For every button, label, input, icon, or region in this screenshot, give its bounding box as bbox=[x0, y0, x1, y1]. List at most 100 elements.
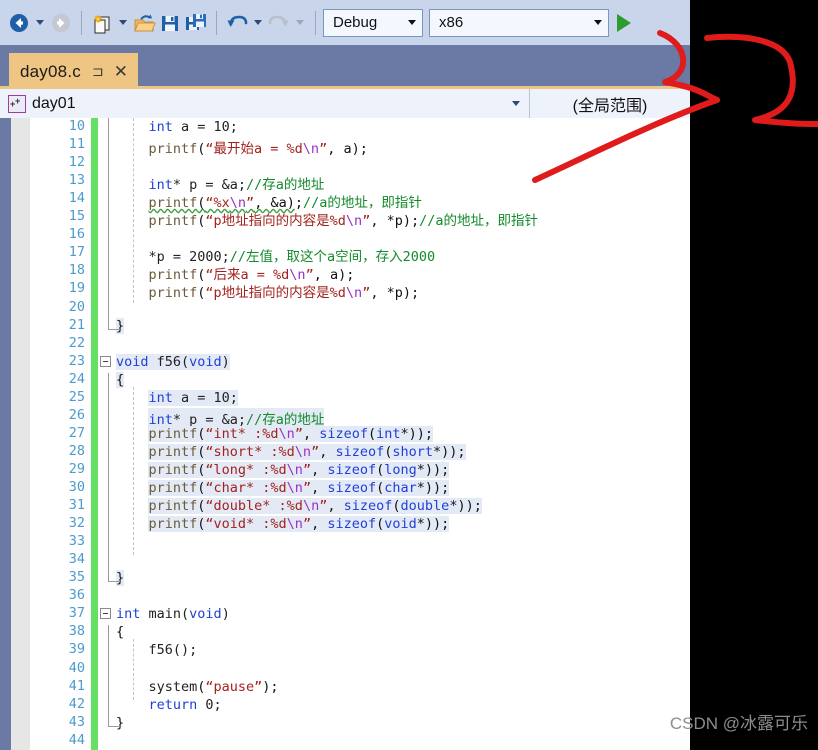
navigate-backward-icon[interactable] bbox=[6, 5, 32, 41]
code-token: void bbox=[384, 516, 417, 533]
ide-window: Debug x86 day08.c ⊐ ✕ day01 bbox=[0, 0, 690, 750]
redo-icon bbox=[266, 5, 292, 41]
line-number: 42 bbox=[68, 695, 85, 712]
code-token: *)); bbox=[400, 425, 434, 442]
line-number: 33 bbox=[68, 533, 85, 550]
code-token: { bbox=[116, 624, 125, 641]
fold-collapse-icon[interactable] bbox=[100, 355, 111, 367]
solution-platform-dropdown[interactable]: x86 bbox=[429, 8, 609, 37]
code-token: short bbox=[392, 443, 434, 460]
start-debugging-icon[interactable] bbox=[617, 13, 631, 32]
undo-dropdown[interactable] bbox=[250, 5, 266, 41]
chevron-down-icon bbox=[594, 20, 602, 25]
new-item-icon[interactable] bbox=[89, 5, 115, 41]
close-icon[interactable]: ✕ bbox=[114, 63, 128, 80]
new-item-dropdown[interactable] bbox=[115, 5, 131, 41]
code-line[interactable]: 12 bbox=[69, 154, 690, 172]
code-token: *)); bbox=[416, 480, 450, 496]
code-token: “short* :%d bbox=[205, 443, 295, 460]
code-line[interactable]: 21} bbox=[69, 317, 690, 335]
code-line-text: printf(“long* :%d\n”, sizeof(long*)); bbox=[148, 461, 450, 478]
code-line[interactable]: 43} bbox=[69, 714, 690, 732]
code-line-text: int a = 10; bbox=[148, 119, 237, 135]
code-token: int bbox=[376, 425, 401, 442]
code-line[interactable]: 35} bbox=[69, 569, 690, 587]
code-line[interactable]: 32 printf(“void* :%d\n”, sizeof(void*)); bbox=[69, 515, 690, 533]
code-line[interactable]: 29 printf(“long* :%d\n”, sizeof(long*)); bbox=[69, 461, 690, 479]
code-line-text: int a = 10; bbox=[148, 389, 238, 406]
code-line[interactable]: 24 { bbox=[69, 371, 690, 389]
chevron-down-icon bbox=[408, 20, 416, 25]
code-line[interactable]: 20 bbox=[69, 299, 690, 317]
code-text-area[interactable]: 10 int a = 10; 11 printf(“最开始a = %d\n”, a);… bbox=[69, 118, 690, 750]
code-line[interactable]: 44 bbox=[69, 732, 690, 750]
save-all-icon[interactable] bbox=[183, 5, 209, 41]
code-line[interactable]: 34 bbox=[69, 551, 690, 569]
code-token: ( bbox=[392, 498, 401, 515]
code-line[interactable]: 18 printf(“后来a = %d\n”, a); bbox=[69, 262, 690, 283]
csdn-watermark: CSDN @冰露可乐 bbox=[669, 714, 808, 733]
code-line-text: printf(“int* :%d\n”, sizeof(int*)); bbox=[148, 425, 434, 442]
line-number: 14 bbox=[68, 190, 85, 207]
line-number: 15 bbox=[68, 208, 85, 225]
code-line[interactable]: 19 printf(“p地址指向的内容是%d\n”, *p); bbox=[69, 280, 690, 301]
code-line[interactable]: 30 printf(“char* :%d\n”, sizeof(char*)); bbox=[69, 479, 690, 497]
code-token: a = 10; bbox=[172, 119, 238, 135]
code-token: printf bbox=[148, 443, 198, 460]
code-line[interactable]: 40 bbox=[69, 660, 690, 678]
project-scope-value: day01 bbox=[32, 94, 76, 112]
code-line[interactable]: 23 void f56(void) bbox=[69, 353, 690, 371]
code-line[interactable]: 15 printf(“p地址指向的内容是%d\n”, *p);//a的地址，即指针 bbox=[69, 208, 690, 229]
code-token: “char* :%d bbox=[205, 480, 287, 496]
code-line[interactable]: 27 printf(“int* :%d\n”, sizeof(int*)); bbox=[69, 425, 690, 443]
open-file-icon[interactable] bbox=[131, 5, 157, 41]
code-token: *)); bbox=[416, 461, 450, 478]
navigate-backward-dropdown[interactable] bbox=[32, 5, 48, 41]
member-scope-dropdown[interactable]: (全局范围) bbox=[530, 89, 690, 118]
tab-day08-c[interactable]: day08.c ⊐ ✕ bbox=[9, 53, 138, 89]
code-line[interactable]: 22 bbox=[69, 335, 690, 353]
code-token: “long* :%d bbox=[205, 461, 287, 478]
code-token: , bbox=[311, 480, 328, 496]
code-line[interactable]: 42 return 0; bbox=[69, 696, 690, 714]
fold-collapse-icon[interactable] bbox=[100, 608, 111, 620]
code-line[interactable]: 10 int a = 10; bbox=[69, 118, 690, 136]
code-line[interactable]: 31 printf(“double* :%d\n”, sizeof(double*… bbox=[69, 497, 690, 515]
code-token: printf bbox=[148, 425, 198, 442]
pin-icon[interactable]: ⊐ bbox=[92, 64, 104, 78]
code-line[interactable]: 17 *p = 2000;//左值，取这个a空间，存入2000 bbox=[69, 244, 690, 265]
breakpoint-margin[interactable] bbox=[11, 118, 30, 750]
code-line[interactable]: 14 printf(“%x\n”, &a);//a的地址，即指针 bbox=[69, 190, 690, 211]
code-line[interactable]: 36 bbox=[69, 587, 690, 605]
code-line[interactable]: 26 int* p = &a;//存a的地址 bbox=[69, 407, 690, 428]
code-line[interactable]: 25 int a = 10; bbox=[69, 389, 690, 407]
code-token: , bbox=[327, 498, 344, 515]
code-token: } bbox=[116, 714, 125, 731]
code-line[interactable]: 37 int main(void) bbox=[69, 605, 690, 623]
save-icon[interactable] bbox=[157, 5, 183, 41]
code-token: 0; bbox=[197, 696, 222, 713]
code-line[interactable]: 39 f56(); bbox=[69, 641, 690, 659]
code-line[interactable]: 33 bbox=[69, 533, 690, 551]
undo-icon[interactable] bbox=[224, 5, 250, 41]
code-token: int bbox=[116, 606, 141, 623]
code-editor[interactable]: 10 int a = 10; 11 printf(“最开始a = %d\n”, a);… bbox=[0, 118, 690, 750]
code-line[interactable]: 38 { bbox=[69, 623, 690, 641]
project-scope-dropdown[interactable]: day01 bbox=[0, 89, 530, 118]
solution-configuration-dropdown[interactable]: Debug bbox=[323, 8, 423, 37]
code-line[interactable]: 41 system(“pause”); bbox=[69, 678, 690, 696]
line-number: 27 bbox=[68, 424, 85, 441]
code-line[interactable]: 16 bbox=[69, 226, 690, 244]
line-number: 44 bbox=[68, 731, 85, 748]
code-token: ) bbox=[221, 353, 230, 370]
indent-guide bbox=[133, 386, 134, 556]
line-number: 26 bbox=[68, 406, 85, 423]
code-line[interactable]: 28 printf(“short* :%d\n”, sizeof(short*))… bbox=[69, 443, 690, 461]
indent-guide bbox=[133, 118, 134, 303]
chevron-down-icon bbox=[119, 20, 127, 25]
line-number: 36 bbox=[68, 587, 85, 604]
code-line[interactable]: 13 int* p = &a;//存a的地址 bbox=[69, 172, 690, 193]
code-line-text: printf(“char* :%d\n”, sizeof(char*)); bbox=[148, 480, 450, 496]
code-token: \n bbox=[278, 425, 295, 442]
code-line[interactable]: 11 printf(“最开始a = %d\n”, a); bbox=[69, 136, 690, 157]
